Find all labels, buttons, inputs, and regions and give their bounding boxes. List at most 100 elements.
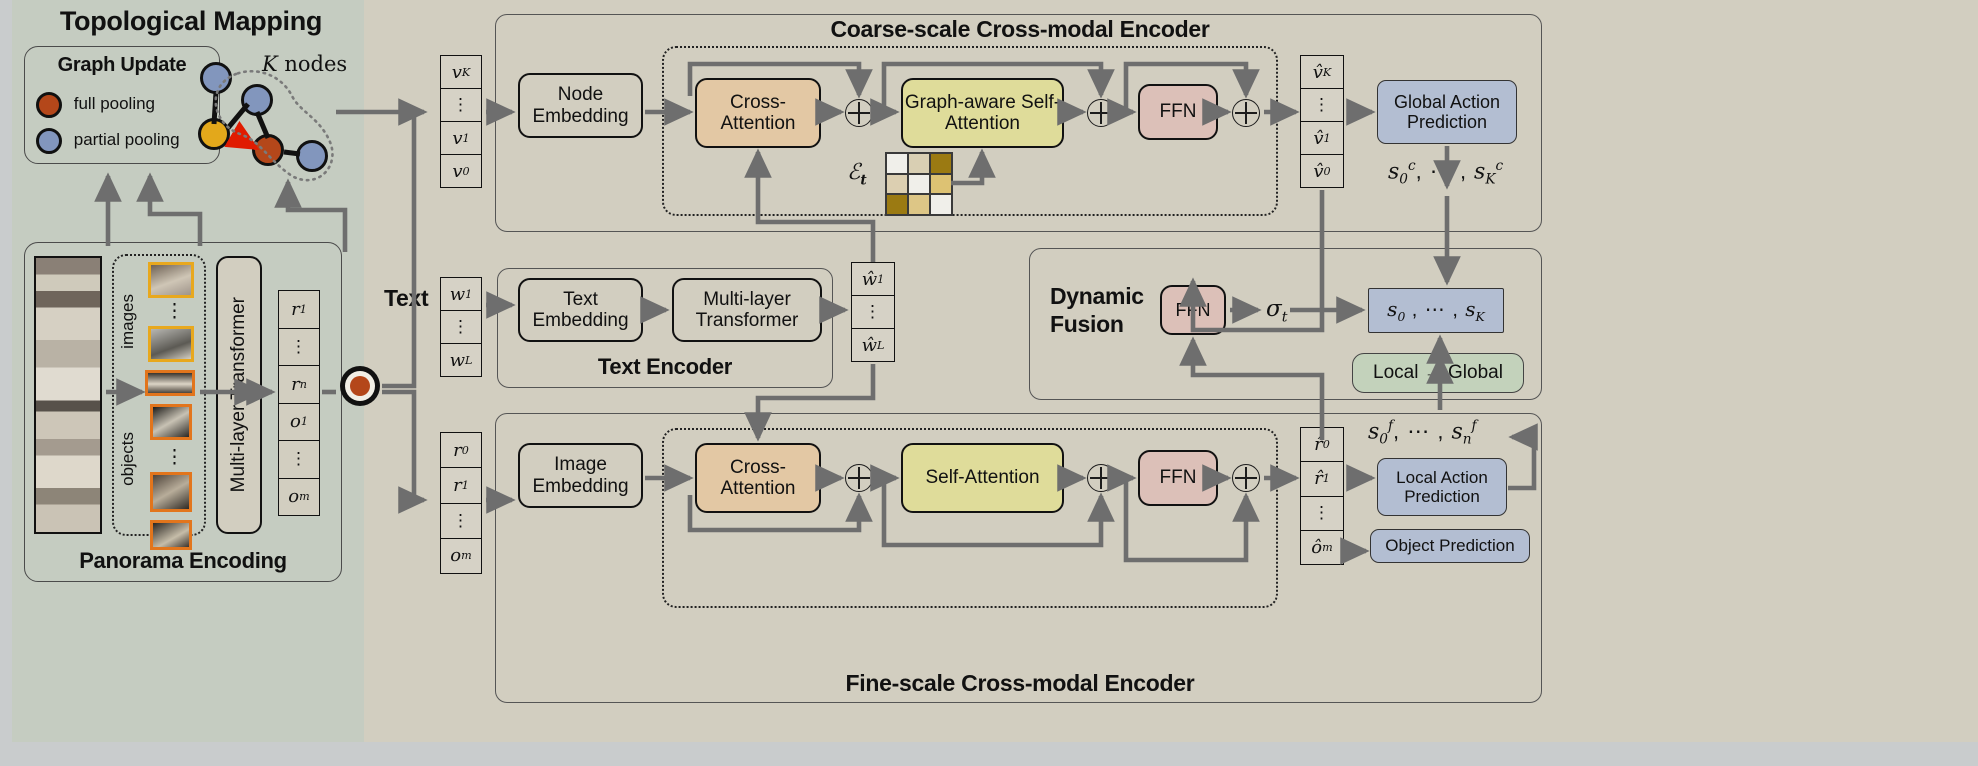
coarse-output-token-column: v̂ K ⋮ v̂ 1 v̂ 0 <box>1300 55 1344 188</box>
local-action-prediction-label: Local Action Prediction <box>1396 467 1488 506</box>
coarse-residual-add-2 <box>1087 99 1115 127</box>
object-prediction-label: Object Prediction <box>1385 536 1515 556</box>
coarse-ffn-label: FFN <box>1159 101 1197 123</box>
local-action-prediction-box[interactable]: Local Action Prediction <box>1377 458 1507 516</box>
graph-aware-self-attention-box[interactable]: Graph-aware Self-Attention <box>901 78 1064 148</box>
panorama-token-rn: rn <box>279 366 319 404</box>
text-encoder-title: Text Encoder <box>597 354 733 379</box>
partial-pooling-node-icon <box>36 128 62 154</box>
images-ellipsis-1: ⋮ <box>165 301 184 322</box>
fine-output-token-r1: r̂ 1 <box>1301 462 1343 497</box>
fine-residual-add-3 <box>1232 464 1260 492</box>
object-thumbnail-3 <box>150 472 192 512</box>
panorama-token-o1: o1 <box>279 404 319 441</box>
fine-input-token-om: om <box>450 545 472 567</box>
coarse-output-token-v1: v̂ 1 <box>1301 122 1343 155</box>
sigma-t-label: σt <box>1266 296 1288 326</box>
image-embedding-box[interactable]: Image Embedding <box>518 443 643 508</box>
global-action-prediction-box[interactable]: Global Action Prediction <box>1377 80 1517 144</box>
coarse-input-token-v0: v0 <box>452 160 470 182</box>
topological-mapping-title: Topological Mapping <box>59 6 323 36</box>
coarse-output-token-v0: v̂ 0 <box>1313 160 1331 182</box>
image-embedding-label: Image Embedding <box>532 454 629 497</box>
graph-update-title: Graph Update <box>57 54 187 76</box>
edge-matrix-label: ℰt <box>847 160 867 189</box>
dynamic-fusion-title-text: Dynamic Fusion <box>1050 283 1144 337</box>
fine-output-token-column: r̂ 0 r̂ 1 ⋮ ôm <box>1300 427 1344 565</box>
fine-encoder-title: Fine-scale Cross-modal Encoder <box>845 670 1195 696</box>
feature-junction-icon <box>340 366 380 406</box>
objects-ellipsis-1: ⋮ <box>165 447 184 468</box>
legend-full-pooling: full pooling <box>36 92 155 118</box>
edge-matrix-icon <box>885 152 953 216</box>
graph-node-partial-top <box>200 62 232 94</box>
fine-ffn-label: FFN <box>1159 467 1197 489</box>
object-prediction-box[interactable]: Object Prediction <box>1370 529 1530 563</box>
panorama-token-r1: r1 <box>279 291 319 329</box>
fine-input-token-r1: r1 <box>441 468 481 504</box>
coarse-input-token-v1: v1 <box>441 122 481 155</box>
coarse-output-token-vK: v̂ K <box>1301 56 1343 89</box>
coarse-residual-add-3 <box>1232 99 1260 127</box>
text-output-token-w1: ŵ1 <box>852 263 894 296</box>
multilayer-transformer-panorama[interactable]: Multi-layer Transformer <box>216 256 262 534</box>
fused-scores-box: s0 , ⋯ , sK <box>1368 288 1504 333</box>
text-embedding-box[interactable]: Text Embedding <box>518 278 643 342</box>
node-embedding-box[interactable]: Node Embedding <box>518 73 643 138</box>
global-action-prediction-label: Global Action Prediction <box>1393 91 1501 132</box>
full-pooling-node-icon <box>36 92 62 118</box>
fine-cross-attention-box[interactable]: Cross-Attention <box>695 443 821 513</box>
object-thumbnail-1 <box>145 370 195 396</box>
fine-output-token-om: ôm <box>1311 536 1333 558</box>
text-input-token-w1: w1 <box>441 278 481 311</box>
fine-input-token-column: r0 r1 ⋮ om <box>440 432 482 574</box>
view-thumbnail-2 <box>148 326 194 362</box>
coarse-input-token-column: vK ⋮ v1 v0 <box>440 55 482 188</box>
panorama-token-column: r1 ⋮ rn o1 ⋮ om <box>278 290 320 516</box>
panorama-encoding-title: Panorama Encoding <box>79 548 287 573</box>
object-thumbnail-4 <box>150 520 192 550</box>
text-output-token-wL: ŵL <box>861 334 885 356</box>
architecture-diagram: Topological Mapping Graph Update full po… <box>0 0 1978 766</box>
fine-output-token-r0: r̂ 0 <box>1301 428 1343 463</box>
coarse-scores-label: s0c, ⋯ , sKc <box>1388 158 1504 188</box>
fusion-ffn-label: FFN <box>1175 299 1211 320</box>
graph-node-current <box>198 118 230 150</box>
legend-label-full-pooling: full pooling <box>73 94 156 114</box>
text-input-token-column: w1 ⋮ wL <box>440 277 482 377</box>
fine-ffn-box[interactable]: FFN <box>1138 450 1218 506</box>
view-thumbnail-1 <box>148 262 194 298</box>
images-group-label: images <box>118 294 137 349</box>
object-thumbnail-2 <box>150 404 192 440</box>
multilayer-transformer-text-box[interactable]: Multi-layer Transformer <box>672 278 822 342</box>
text-input-token-ellipsis: ⋮ <box>441 311 481 344</box>
graph-node-partial-right <box>296 140 328 172</box>
objects-group-label: objects <box>118 432 137 486</box>
local-to-global-box[interactable]: Local → Global <box>1352 353 1524 393</box>
coarse-ffn-box[interactable]: FFN <box>1138 84 1218 140</box>
multilayer-transformer-text-label: Multi-layer Transformer <box>695 288 799 331</box>
fine-input-token-ellipsis: ⋮ <box>441 504 481 539</box>
k-nodes-label: K nodes <box>262 52 348 76</box>
graph-aware-self-attention-label: Graph-aware Self-Attention <box>904 91 1061 134</box>
legend-label-partial-pooling: partial pooling <box>73 130 180 150</box>
node-embedding-label: Node Embedding <box>532 84 629 127</box>
fine-residual-add-1 <box>845 464 873 492</box>
fine-input-token-r0: r0 <box>441 433 481 469</box>
fine-self-attention-box[interactable]: Self-Attention <box>901 443 1064 513</box>
text-input-label: Text <box>384 285 429 311</box>
fine-self-attention-label: Self-Attention <box>925 467 1040 489</box>
panorama-image <box>34 256 102 534</box>
local-to-global-label: Local → Global <box>1373 362 1503 384</box>
coarse-input-token-ellipsis: ⋮ <box>441 89 481 122</box>
fusion-ffn-box[interactable]: FFN <box>1160 285 1226 335</box>
text-output-token-ellipsis: ⋮ <box>852 296 894 329</box>
coarse-output-token-ellipsis: ⋮ <box>1301 89 1343 122</box>
fine-output-token-ellipsis: ⋮ <box>1301 497 1343 531</box>
coarse-cross-attention-label: Cross-Attention <box>720 91 796 134</box>
coarse-cross-attention-box[interactable]: Cross-Attention <box>695 78 821 148</box>
fused-scores-label: s0 , ⋯ , sK <box>1387 296 1485 324</box>
graph-node-full-pooling <box>252 134 284 166</box>
text-embedding-label: Text Embedding <box>532 288 629 331</box>
text-input-token-wL: wL <box>449 349 473 371</box>
